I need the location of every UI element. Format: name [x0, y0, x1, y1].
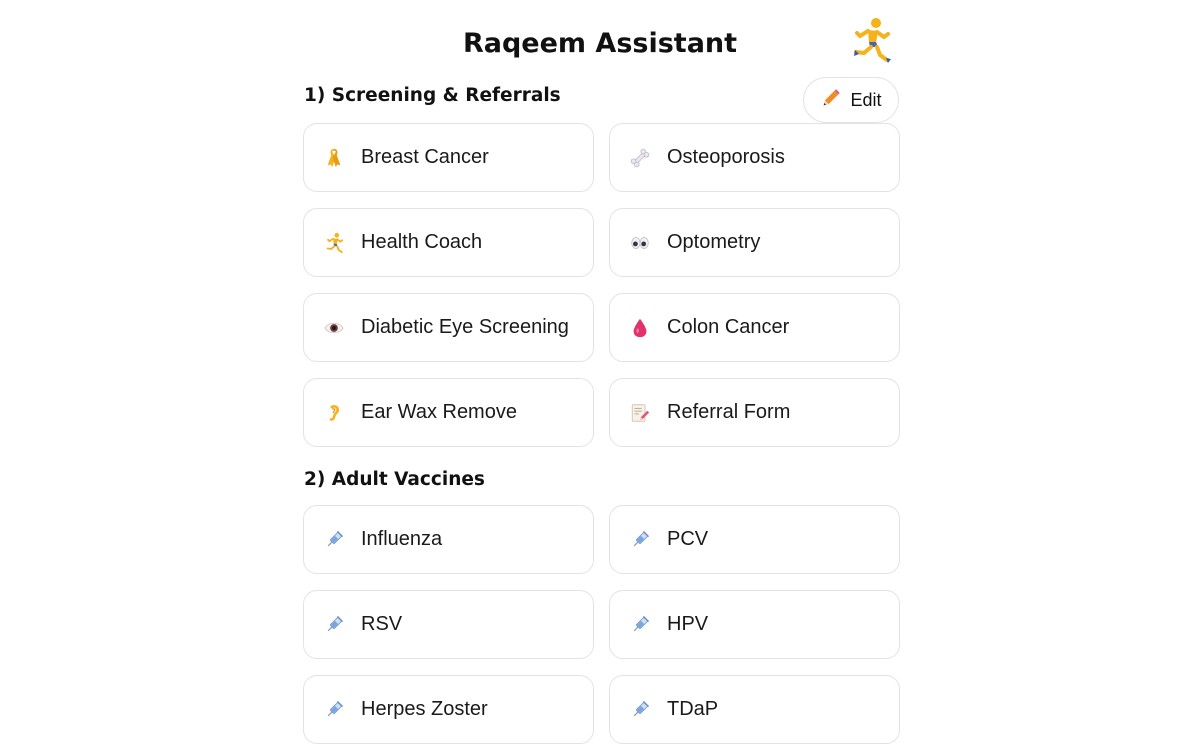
section-heading-screening: 1) Screening & Referrals	[304, 85, 561, 106]
card-label: Ear Wax Remove	[361, 401, 517, 423]
card-label: Diabetic Eye Screening	[361, 316, 569, 338]
card-tdap[interactable]: TDaP	[609, 675, 900, 744]
ribbon-icon	[322, 146, 346, 170]
card-label: Osteoporosis	[667, 146, 785, 168]
blood-drop-icon	[628, 316, 652, 340]
card-ear-wax-remove[interactable]: Ear Wax Remove	[303, 378, 594, 447]
card-label: Colon Cancer	[667, 316, 790, 338]
eyes-icon	[628, 231, 652, 255]
section-heading-vaccines: 2) Adult Vaccines	[304, 469, 485, 490]
eye-icon	[322, 316, 346, 340]
card-referral-form[interactable]: Referral Form	[609, 378, 900, 447]
card-label: Influenza	[361, 528, 443, 550]
bone-icon	[628, 146, 652, 170]
syringe-icon	[322, 528, 346, 552]
card-label: HPV	[667, 613, 709, 635]
card-rsv[interactable]: RSV	[303, 590, 594, 659]
memo-icon	[628, 401, 652, 425]
syringe-icon	[628, 613, 652, 637]
edit-button[interactable]: Edit	[803, 77, 899, 123]
card-label: Herpes Zoster	[361, 698, 488, 720]
card-health-coach[interactable]: Health Coach	[303, 208, 594, 277]
card-label: Optometry	[667, 231, 761, 253]
card-label: RSV	[361, 613, 403, 635]
card-breast-cancer[interactable]: Breast Cancer	[303, 123, 594, 192]
card-osteoporosis[interactable]: Osteoporosis	[609, 123, 900, 192]
running-person-icon	[322, 231, 346, 255]
card-pcv[interactable]: PCV	[609, 505, 900, 574]
card-label: Breast Cancer	[361, 146, 489, 168]
card-label: Referral Form	[667, 401, 791, 423]
card-label: Health Coach	[361, 231, 483, 253]
card-diabetic-eye-screening[interactable]: Diabetic Eye Screening	[303, 293, 594, 362]
card-hpv[interactable]: HPV	[609, 590, 900, 659]
pencil-icon	[820, 87, 842, 114]
running-person-icon	[846, 16, 894, 64]
vaccines-grid: Influenza PCV RSV HPV Herpes Zoster TDaP	[303, 505, 900, 744]
syringe-icon	[628, 528, 652, 552]
screening-grid: Breast Cancer Osteoporosis Health Coach …	[303, 123, 900, 447]
page-title: Raqeem Assistant	[462, 28, 738, 59]
card-label: TDaP	[667, 698, 719, 720]
card-optometry[interactable]: Optometry	[609, 208, 900, 277]
ear-icon	[322, 401, 346, 425]
edit-button-label: Edit	[850, 89, 882, 110]
card-herpes-zoster[interactable]: Herpes Zoster	[303, 675, 594, 744]
card-colon-cancer[interactable]: Colon Cancer	[609, 293, 900, 362]
card-label: PCV	[667, 528, 709, 550]
card-influenza[interactable]: Influenza	[303, 505, 594, 574]
syringe-icon	[322, 613, 346, 637]
syringe-icon	[322, 698, 346, 722]
syringe-icon	[628, 698, 652, 722]
app-root: Raqeem Assistant 1) Screening & Referral…	[0, 0, 1200, 750]
